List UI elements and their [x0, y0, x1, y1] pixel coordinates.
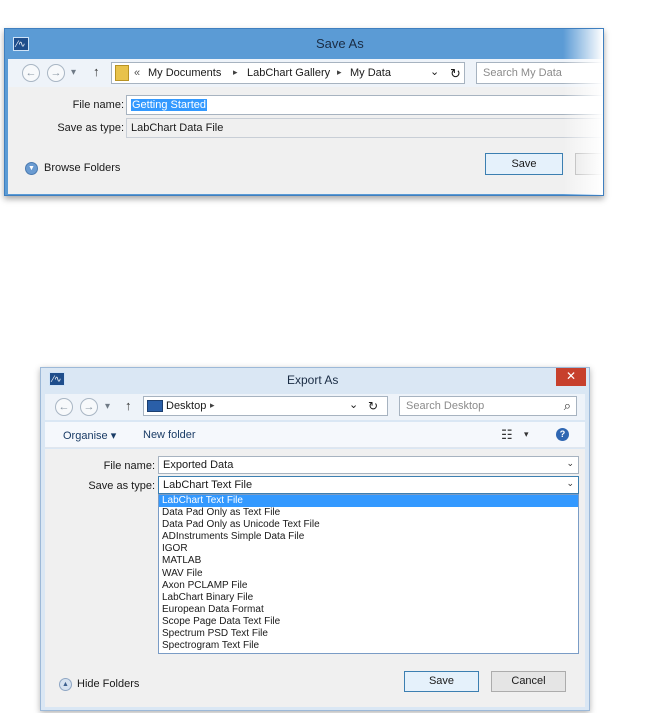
refresh-icon[interactable]: ↻	[368, 399, 378, 413]
address-dropdown-icon[interactable]: ⌄	[349, 398, 358, 411]
cancel-button[interactable]: Cancel	[491, 671, 566, 692]
breadcrumb-overflow[interactable]: «	[134, 67, 140, 79]
type-option-data-pad-text[interactable]: Data Pad Only as Text File	[159, 507, 578, 519]
up-icon[interactable]: ↑	[125, 398, 132, 413]
save-as-type-label: Save as type:	[57, 122, 124, 134]
type-option-data-pad-unicode[interactable]: Data Pad Only as Unicode Text File	[159, 519, 578, 531]
help-icon[interactable]: ?	[556, 428, 569, 441]
save-button[interactable]: Save	[404, 671, 479, 692]
desktop-icon	[147, 400, 163, 412]
up-icon[interactable]: ↑	[93, 64, 100, 79]
file-name-label: File name:	[72, 99, 124, 111]
refresh-icon[interactable]: ↻	[450, 66, 461, 82]
view-options-icon[interactable]: ▾	[524, 429, 529, 440]
back-icon[interactable]: ←	[22, 64, 40, 82]
labchart-app-icon: ⁄∿	[13, 37, 29, 51]
type-option-labchart-binary[interactable]: LabChart Binary File	[159, 592, 578, 604]
breadcrumb-my-documents[interactable]: My Documents	[148, 67, 221, 79]
export-navigation-bar: ← → ▾ ↑ Desktop ▸ ⌄ ↻ Search Desktop ⌕	[45, 394, 585, 420]
labchart-app-icon: ⁄∿	[49, 372, 65, 386]
browse-folders-toggle[interactable]: Browse Folders	[44, 162, 120, 174]
save-as-dialog: ⁄∿ Save As ← → ▾ ↑ « My Documents ▸ LabC…	[4, 28, 604, 196]
new-folder-button[interactable]: New folder	[143, 429, 196, 441]
save-as-type-value: LabChart Text File	[163, 479, 253, 491]
chevron-down-icon[interactable]: ⌄	[566, 458, 574, 469]
search-icon[interactable]: ⌕	[564, 398, 571, 414]
cancel-button[interactable]	[575, 153, 603, 175]
view-icon[interactable]: ☷	[501, 427, 513, 443]
export-toolbar: Organise ▾ New folder ☷ ▾ ?	[45, 422, 585, 448]
breadcrumb-desktop[interactable]: Desktop	[166, 400, 206, 412]
type-option-adinstruments-simple[interactable]: ADInstruments Simple Data File	[159, 531, 578, 543]
folder-icon	[115, 65, 129, 81]
breadcrumb-labchart-gallery[interactable]: LabChart Gallery	[247, 67, 330, 79]
save-as-navigation-bar: ← → ▾ ↑ « My Documents ▸ LabChart Galler…	[8, 59, 603, 87]
type-option-european-data-format[interactable]: European Data Format	[159, 604, 578, 616]
file-name-value: Exported Data	[163, 459, 234, 471]
type-option-spectrum-psd[interactable]: Spectrum PSD Text File	[159, 628, 578, 640]
save-button[interactable]: Save	[485, 153, 563, 175]
close-icon[interactable]: ✕	[556, 368, 586, 386]
recent-locations-icon[interactable]: ▾	[105, 401, 110, 412]
save-as-type-label: Save as type:	[88, 480, 155, 492]
organise-menu[interactable]: Organise ▾	[63, 429, 116, 442]
save-as-address-bar[interactable]: « My Documents ▸ LabChart Gallery ▸ My D…	[111, 62, 465, 84]
breadcrumb-separator-icon[interactable]: ▸	[233, 67, 238, 78]
file-name-label: File name:	[103, 460, 155, 472]
save-as-type-dropdown: LabChart Text File Data Pad Only as Text…	[158, 494, 579, 654]
type-option-igor[interactable]: IGOR	[159, 543, 578, 555]
chevron-down-icon[interactable]: ⌄	[566, 478, 574, 489]
forward-icon[interactable]: →	[47, 64, 65, 82]
save-as-type-select[interactable]: LabChart Text File ⌄	[158, 476, 579, 494]
search-placeholder: Search Desktop	[406, 400, 485, 412]
type-option-scope-page[interactable]: Scope Page Data Text File	[159, 616, 578, 628]
breadcrumb-separator-icon[interactable]: ▸	[210, 400, 215, 411]
save-as-type-select[interactable]: LabChart Data File	[126, 118, 603, 138]
collapse-icon[interactable]: ▲	[59, 678, 72, 691]
search-input[interactable]: Search My Data	[476, 62, 603, 84]
export-as-title-bar[interactable]: ⁄∿ Export As ✕	[41, 368, 589, 392]
back-icon[interactable]: ←	[55, 398, 73, 416]
breadcrumb-separator-icon[interactable]: ▸	[337, 67, 342, 78]
save-as-title: Save As	[316, 36, 364, 51]
recent-locations-icon[interactable]: ▾	[71, 67, 76, 78]
save-as-body: File name: Getting Started Save as type:…	[8, 87, 603, 194]
file-name-value: Getting Started	[131, 99, 207, 111]
type-option-wav[interactable]: WAV File	[159, 568, 578, 580]
file-name-input[interactable]: Getting Started	[126, 95, 603, 115]
save-as-title-bar[interactable]: ⁄∿ Save As	[5, 29, 603, 59]
type-option-spectrogram[interactable]: Spectrogram Text File	[159, 640, 578, 652]
type-option-labchart-text[interactable]: LabChart Text File	[159, 495, 578, 508]
hide-folders-toggle[interactable]: Hide Folders	[77, 678, 139, 690]
export-as-title: Export As	[287, 373, 339, 387]
forward-icon[interactable]: →	[80, 398, 98, 416]
export-address-bar[interactable]: Desktop ▸ ⌄ ↻	[143, 396, 388, 416]
export-as-dialog: ⁄∿ Export As ✕ ← → ▾ ↑ Desktop ▸ ⌄ ↻ Sea…	[40, 367, 590, 711]
type-option-matlab[interactable]: MATLAB	[159, 555, 578, 567]
file-name-input[interactable]: Exported Data ⌄	[158, 456, 579, 474]
address-dropdown-icon[interactable]: ⌄	[430, 65, 439, 78]
export-body: File name: Exported Data ⌄ Save as type:…	[45, 449, 585, 707]
breadcrumb-my-data[interactable]: My Data	[350, 67, 391, 79]
type-option-axon-pclamp[interactable]: Axon PCLAMP File	[159, 580, 578, 592]
expand-icon[interactable]: ▼	[25, 162, 38, 175]
search-input[interactable]: Search Desktop ⌕	[399, 396, 577, 416]
